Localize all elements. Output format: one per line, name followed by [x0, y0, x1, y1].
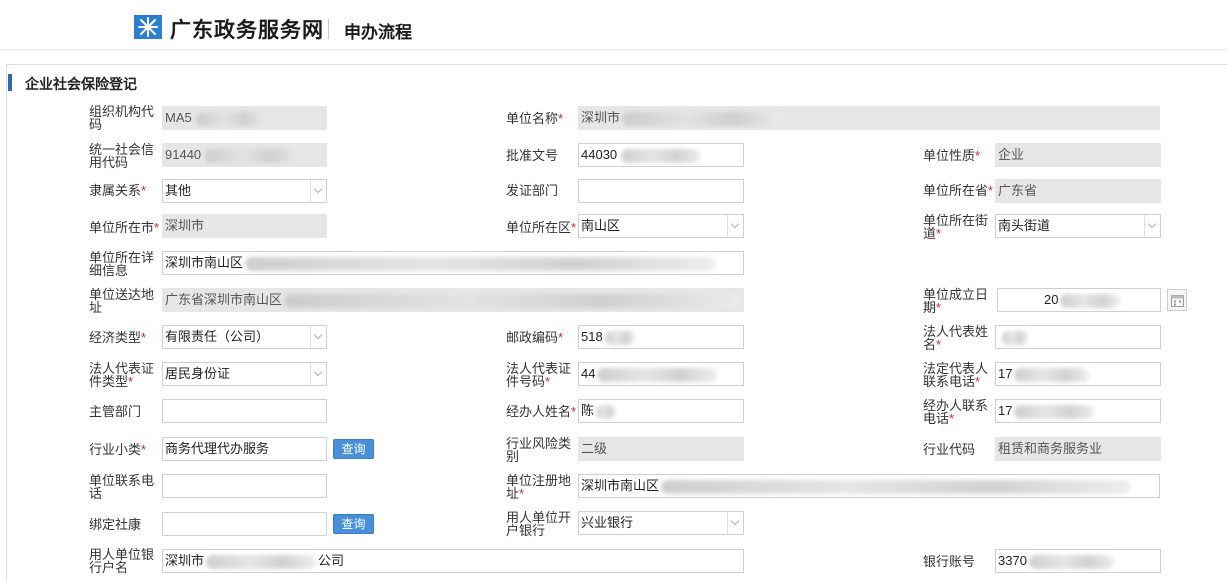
label-supervisor: 主管部门 — [89, 404, 142, 419]
econ-type-select[interactable]: 有限责任（公司） — [162, 325, 327, 349]
label-industry-code: 行业代码 — [923, 442, 976, 457]
approval-no-input[interactable]: 44030 — [578, 143, 744, 167]
label-unit-phone: 单位联系电话 — [89, 473, 155, 501]
label-unit-nature: 单位性质* — [923, 148, 981, 163]
legal-phone-input[interactable]: 17 — [995, 362, 1161, 386]
unit-nature-field: 企业 — [995, 143, 1161, 167]
label-affiliation: 隶属关系* — [89, 183, 147, 198]
label-delivery-addr: 单位送达地址 — [89, 287, 155, 315]
account-name-input[interactable]: 深圳市 公司 — [162, 549, 744, 573]
chevron-down-icon — [310, 180, 326, 202]
brand-title: 广东政务服务网 — [170, 19, 324, 42]
label-legal-phone: 法定代表人联系电话* — [923, 361, 989, 389]
reg-addr-input[interactable]: 深圳市南山区 — [578, 474, 1160, 498]
chevron-down-icon — [310, 326, 326, 348]
label-bind-shekang: 绑定社康 — [89, 517, 142, 532]
label-found-date: 单位成立日期* — [923, 287, 989, 315]
affiliation-select[interactable]: 其他 — [162, 179, 327, 203]
label-unit-name: 单位名称* — [506, 111, 564, 126]
calendar-icon[interactable] — [1167, 289, 1187, 311]
label-bank: 用人单位开户银行 — [506, 510, 572, 538]
agent-phone-input[interactable]: 17 — [995, 399, 1161, 423]
delivery-addr-field: 广东省深圳市南山区 — [162, 288, 744, 312]
account-no-input[interactable]: 3370 — [995, 549, 1161, 573]
industry-query-button[interactable]: 查询 — [333, 439, 374, 459]
label-postcode: 邮政编码* — [506, 330, 564, 345]
chevron-down-icon — [1144, 215, 1160, 237]
label-account-no: 银行账号 — [923, 554, 976, 569]
label-city: 单位所在市* — [89, 220, 160, 235]
label-detail-addr: 单位所在详细信息 — [89, 250, 155, 278]
chevron-down-icon — [310, 363, 326, 385]
industry-code-field: 租赁和商务服务业 — [995, 437, 1161, 461]
legal-name-input[interactable] — [995, 325, 1161, 349]
form-panel — [6, 64, 1227, 581]
label-legal-id-no: 法人代表证件号码* — [506, 361, 572, 389]
label-legal-id-type: 法人代表证件类型* — [89, 361, 155, 389]
bind-shekang-input[interactable] — [162, 512, 327, 536]
org-code-field: MA5 — [162, 106, 327, 130]
district-select[interactable]: 南山区 — [578, 214, 744, 238]
legal-id-no-input[interactable]: 44 — [578, 362, 744, 386]
label-org-code: 组织机构代码 — [89, 104, 155, 132]
label-agent-phone: 经办人联系电话* — [923, 398, 989, 426]
label-econ-type: 经济类型* — [89, 330, 147, 345]
agent-name-input[interactable]: 陈 — [578, 399, 744, 423]
section-accent-bar — [8, 74, 12, 91]
unit-phone-input[interactable] — [162, 474, 327, 498]
province-field: 广东省 — [995, 179, 1161, 203]
issuing-dept-input[interactable] — [578, 179, 744, 203]
section-title: 企业社会保险登记 — [25, 76, 137, 92]
top-header: 广东政务服务网 申办流程 — [0, 0, 1227, 50]
label-agent-name: 经办人姓名* — [506, 404, 577, 419]
guangdong-logo-icon — [134, 15, 162, 39]
street-select[interactable]: 南头街道 — [995, 214, 1161, 238]
label-issuing-dept: 发证部门 — [506, 183, 559, 198]
detail-addr-input[interactable]: 深圳市南山区 — [162, 251, 744, 275]
page-subtitle: 申办流程 — [344, 23, 412, 42]
label-legal-name: 法人代表姓名* — [923, 324, 989, 352]
postcode-input[interactable]: 518 — [578, 325, 744, 349]
bank-select[interactable]: 兴业银行 — [578, 511, 744, 535]
supervisor-input[interactable] — [162, 399, 327, 423]
header-divider — [328, 19, 329, 39]
industry-risk-field: 二级 — [578, 437, 744, 461]
label-district: 单位所在区* — [506, 220, 577, 235]
label-account-name: 用人单位银行户名 — [89, 547, 155, 575]
chevron-down-icon — [727, 512, 743, 534]
label-industry-sub: 行业小类* — [89, 442, 147, 457]
label-approval-no: 批准文号 — [506, 148, 559, 163]
shekang-query-button[interactable]: 查询 — [333, 514, 374, 534]
industry-sub-input[interactable]: 商务代理代办服务 — [162, 437, 327, 461]
city-field: 深圳市 — [162, 214, 327, 238]
label-industry-risk: 行业风险类别 — [506, 436, 572, 464]
label-credit-code: 统一社会信用代码 — [89, 142, 155, 170]
legal-id-type-select[interactable]: 居民身份证 — [162, 362, 327, 386]
label-street: 单位所在街道* — [923, 213, 989, 241]
label-province: 单位所在省* — [923, 183, 994, 198]
chevron-down-icon — [727, 215, 743, 237]
credit-code-field: 91440 — [162, 143, 327, 167]
found-date-input[interactable]: 20 — [997, 288, 1161, 312]
label-reg-addr: 单位注册地址* — [506, 473, 572, 501]
unit-name-field: 深圳市 — [578, 106, 1160, 130]
